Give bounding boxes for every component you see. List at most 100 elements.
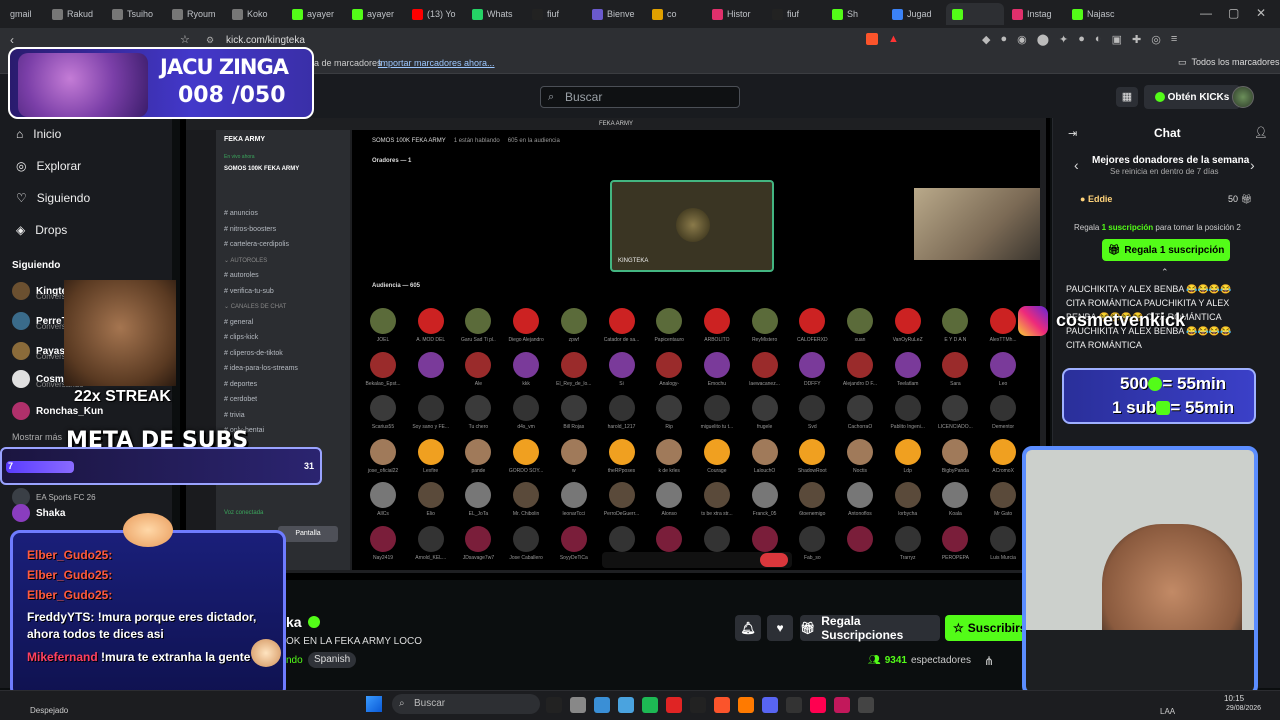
- prev-arrow-icon[interactable]: ‹: [1074, 157, 1079, 173]
- audience-avatar[interactable]: [942, 438, 969, 465]
- taskbar-app-icon[interactable]: [642, 697, 658, 713]
- audience-avatar[interactable]: [560, 395, 587, 421]
- discord-category[interactable]: ⌄ AUTOROLES: [224, 257, 267, 264]
- gift-subs-button[interactable]: 🎁︎ Regala Suscripciones: [800, 614, 940, 642]
- taskbar-app-icon[interactable]: [738, 697, 754, 713]
- audience-avatar[interactable]: [990, 395, 1017, 421]
- audience-avatar[interactable]: [751, 395, 778, 421]
- browser-tab[interactable]: Histor: [706, 3, 764, 25]
- audience-avatar[interactable]: [465, 482, 492, 508]
- nav-item-siguiendo[interactable]: ♡ Siguiendo: [16, 191, 90, 205]
- discord-channel[interactable]: # idea-para-los-streams: [224, 365, 298, 372]
- bookmark-icon[interactable]: ☆: [180, 33, 190, 46]
- browser-tab[interactable]: Bienve: [586, 3, 644, 25]
- browser-tab[interactable]: Koko: [226, 3, 284, 25]
- brave-rewards-icon[interactable]: ▲: [888, 33, 899, 45]
- browser-tab[interactable]: Instag: [1006, 3, 1064, 25]
- close-icon[interactable]: ✕: [1256, 6, 1266, 20]
- audience-avatar[interactable]: [942, 525, 969, 552]
- audience-avatar[interactable]: [560, 482, 587, 508]
- taskbar-app-icon[interactable]: [786, 697, 802, 713]
- audience-avatar[interactable]: [608, 395, 635, 421]
- audience-avatar[interactable]: [990, 308, 1017, 334]
- discord-channel[interactable]: # nitros-boosters: [224, 226, 276, 233]
- discord-channel[interactable]: # anuncios: [224, 210, 258, 217]
- audience-avatar[interactable]: [513, 395, 540, 421]
- audience-avatar[interactable]: [703, 395, 730, 421]
- nav-item-drops[interactable]: ◈ Drops: [16, 223, 67, 237]
- audience-avatar[interactable]: [608, 525, 635, 552]
- import-bookmarks-link[interactable]: Importar marcadores ahora...: [378, 58, 495, 68]
- audience-avatar[interactable]: [417, 482, 444, 508]
- discord-channel[interactable]: # cartelera-cerdipolis: [224, 241, 289, 248]
- browser-tab[interactable]: gmail: [4, 3, 44, 25]
- audience-avatar[interactable]: [751, 525, 778, 552]
- audience-avatar[interactable]: [656, 308, 683, 334]
- audience-avatar[interactable]: [847, 395, 873, 421]
- audience-avatar[interactable]: [703, 482, 730, 508]
- taskbar-app-icon[interactable]: [594, 697, 610, 713]
- browser-tab[interactable]: Sh: [826, 3, 884, 25]
- audience-avatar[interactable]: [370, 525, 396, 552]
- audience-avatar[interactable]: [417, 395, 444, 421]
- gift-one-sub-button[interactable]: 🎁︎ Regala 1 suscripción: [1102, 239, 1230, 261]
- audience-avatar[interactable]: [513, 308, 540, 334]
- nav-item-inicio[interactable]: ⌂ Inicio: [16, 127, 61, 141]
- discord-channel[interactable]: # cliperos-de-tiktok: [224, 350, 283, 357]
- audience-avatar[interactable]: [799, 395, 826, 421]
- collapse-chat-icon[interactable]: ⇥: [1068, 127, 1077, 140]
- audience-avatar[interactable]: [608, 438, 635, 465]
- stream-category[interactable]: ndo: [286, 655, 303, 666]
- audience-avatar[interactable]: [799, 438, 826, 465]
- audience-avatar[interactable]: [370, 438, 396, 465]
- audience-avatar[interactable]: [751, 482, 778, 508]
- audience-avatar[interactable]: [370, 308, 396, 334]
- taskbar-app-icon[interactable]: [666, 697, 682, 713]
- browser-tab[interactable]: ayayer: [346, 3, 404, 25]
- audience-avatar[interactable]: [990, 482, 1017, 508]
- taskbar-app-icon[interactable]: [810, 697, 826, 713]
- browser-tab[interactable]: (13) Yo: [406, 3, 464, 25]
- audience-avatar[interactable]: [847, 308, 873, 334]
- discord-channel[interactable]: # cerdobet: [224, 396, 257, 403]
- back-icon[interactable]: ‹: [10, 33, 14, 47]
- audience-avatar[interactable]: [894, 525, 921, 552]
- audience-avatar[interactable]: [990, 438, 1017, 465]
- discord-channel[interactable]: # autoroles: [224, 272, 259, 279]
- audience-avatar[interactable]: [751, 351, 778, 378]
- audience-avatar[interactable]: [799, 351, 826, 378]
- audience-avatar[interactable]: [656, 395, 683, 421]
- audience-avatar[interactable]: [751, 308, 778, 334]
- audience-avatar[interactable]: [799, 308, 826, 334]
- audience-avatar[interactable]: [370, 351, 396, 378]
- browser-tab[interactable]: Najasc: [1066, 3, 1124, 25]
- browser-tab[interactable]: Rakud: [46, 3, 104, 25]
- taskbar-app-icon[interactable]: [546, 697, 562, 713]
- audience-avatar[interactable]: [370, 482, 396, 508]
- browser-tab[interactable]: ayayer: [286, 3, 344, 25]
- audience-avatar[interactable]: [417, 351, 444, 378]
- all-bookmarks[interactable]: ▭ Todos los marcadores: [1178, 57, 1280, 68]
- audience-avatar[interactable]: [751, 438, 778, 465]
- search-input[interactable]: ⌕ Buscar: [540, 86, 740, 108]
- discord-category[interactable]: ⌄ CANALES DE CHAT: [224, 303, 286, 310]
- discord-channel[interactable]: # verifica-tu-sub: [224, 288, 274, 295]
- audience-avatar[interactable]: [560, 351, 587, 378]
- audience-avatar[interactable]: [990, 351, 1017, 378]
- audience-avatar[interactable]: [942, 395, 969, 421]
- audience-avatar[interactable]: [894, 351, 921, 378]
- audience-avatar[interactable]: [799, 482, 826, 508]
- audience-avatar[interactable]: [370, 395, 396, 421]
- audience-avatar[interactable]: [417, 438, 444, 465]
- audience-avatar[interactable]: [560, 308, 587, 334]
- minimize-icon[interactable]: —: [1200, 6, 1212, 20]
- extensions-bar[interactable]: ◆ ● ◉ ⬤ ✦ ● ◐ ▣ ✚ ◎ ≡: [982, 33, 1177, 46]
- next-arrow-icon[interactable]: ›: [1250, 157, 1255, 173]
- audience-avatar[interactable]: [656, 438, 683, 465]
- taskbar-app-icon[interactable]: [570, 697, 586, 713]
- audience-avatar[interactable]: [513, 438, 540, 465]
- leave-stage-button[interactable]: [760, 553, 788, 567]
- browser-tab[interactable]: co: [646, 3, 704, 25]
- audience-avatar[interactable]: [894, 438, 921, 465]
- audience-avatar[interactable]: [465, 395, 492, 421]
